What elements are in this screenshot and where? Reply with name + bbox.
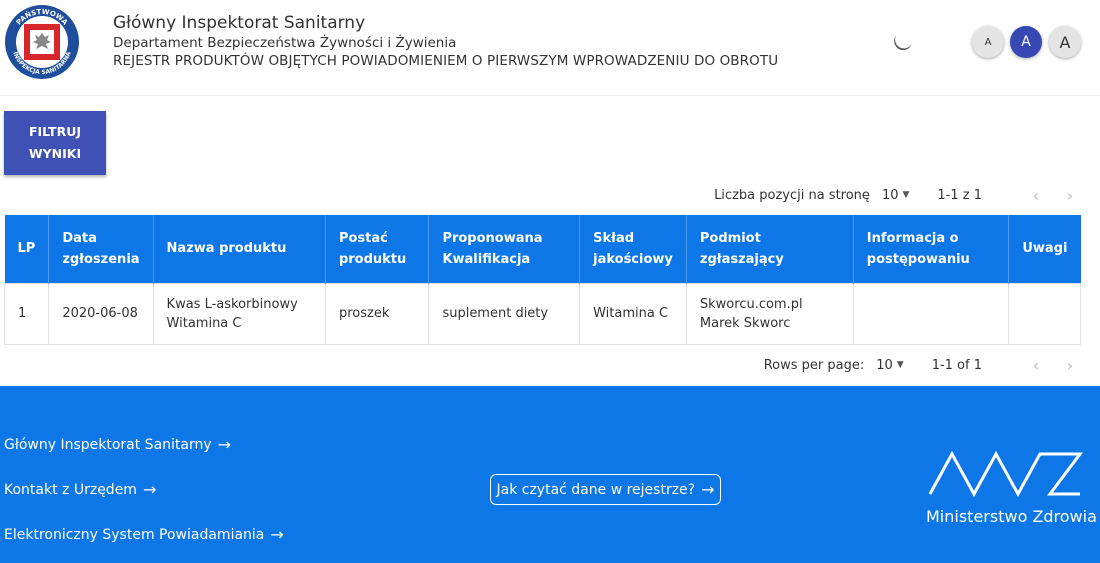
filter-button-line2: WYNIKI <box>28 146 82 161</box>
column-header-lp[interactable]: LP <box>4 215 50 283</box>
how-to-read-button[interactable]: Jak czytać dane w rejestrze? → <box>490 474 721 505</box>
cell-lp: 1 <box>3 282 50 345</box>
cell-proceedings-info <box>852 282 1010 345</box>
rows-per-page-label: Liczba pozycji na stronę <box>714 187 870 203</box>
cell-product-form: proszek <box>324 282 430 345</box>
footer-link-label: Główny Inspektorat Sanitarny <box>4 436 212 453</box>
page-footer: Główny Inspektorat Sanitarny → Kontakt z… <box>0 386 1100 563</box>
products-table: LP Data zgłoszenia Nazwa produktu Postać… <box>3 215 1081 345</box>
rows-per-page-value: 10 <box>876 357 893 373</box>
ministry-name: Ministerstwo Zdrowia <box>926 507 1097 526</box>
cell-remarks <box>1008 282 1081 345</box>
next-page-icon[interactable]: › <box>1060 356 1080 375</box>
column-header-remarks[interactable]: Uwagi <box>1008 215 1081 283</box>
font-size-small-button[interactable]: A <box>972 26 1004 58</box>
font-size-large-button[interactable]: A <box>1049 26 1081 58</box>
cell-composition: Witamina C <box>579 282 687 345</box>
footer-link-gis[interactable]: Główny Inspektorat Sanitarny → <box>4 435 231 454</box>
site-title: Główny Inspektorat Sanitarny <box>113 13 366 33</box>
table-row[interactable]: 1 2020-06-08 Kwas L-askorbinowy Witamina… <box>3 282 1081 345</box>
cell-notifier: Skworcu.com.pl Marek Skworc <box>685 282 854 345</box>
column-header-product-form[interactable]: Postać produktu <box>325 215 430 283</box>
column-header-composition[interactable]: Skład jakościowy <box>579 215 687 283</box>
filter-button-line1: FILTRUJ <box>28 124 82 139</box>
column-header-proceedings-info[interactable]: Informacja o postępowaniu <box>853 215 1010 283</box>
arrow-right-icon: → <box>701 480 715 499</box>
next-page-icon[interactable]: › <box>1060 186 1080 205</box>
table-header-row: LP Data zgłoszenia Nazwa produktu Postać… <box>4 215 1081 283</box>
dropdown-caret-icon: ▼ <box>896 360 904 370</box>
column-header-qualification[interactable]: Proponowana Kwalifikacja <box>428 215 581 283</box>
column-header-notifier[interactable]: Podmiot zgłaszający <box>686 215 854 283</box>
column-header-product-name[interactable]: Nazwa produktu <box>153 215 326 283</box>
page-range: 1-1 z 1 <box>937 187 982 203</box>
previous-page-icon[interactable]: ‹ <box>1026 186 1046 205</box>
footer-link-label: Kontakt z Urzędem <box>4 481 137 498</box>
rows-per-page-label: Rows per page: <box>763 357 865 373</box>
how-to-read-label: Jak czytać dane w rejestrze? <box>496 481 696 498</box>
footer-link-label: Elektroniczny System Powiadamiania <box>4 526 265 543</box>
cell-qualification: suplement diety <box>428 282 581 345</box>
footer-link-contact[interactable]: Kontakt z Urzędem → <box>4 480 156 499</box>
rows-per-page-select[interactable]: 10 ▼ <box>882 188 909 203</box>
dropdown-caret-icon: ▼ <box>902 190 910 200</box>
department-name: Departament Bezpieczeństwa Żywności i Ży… <box>113 35 457 51</box>
page-range: 1-1 of 1 <box>931 357 982 373</box>
rows-per-page-select[interactable]: 10 ▼ <box>876 358 903 373</box>
column-header-date[interactable]: Data zgłoszenia <box>48 215 154 283</box>
rows-per-page-value: 10 <box>881 187 899 203</box>
footer-link-notification-system[interactable]: Elektroniczny System Powiadamiania → <box>4 525 284 544</box>
register-title: REJESTR PRODUKTÓW OBJĘTYCH POWIADOMIENIE… <box>113 53 779 69</box>
arrow-right-icon: → <box>270 525 284 544</box>
gis-logo: PAŃSTWOWA INSPEKCJA SANITARNA <box>5 5 79 79</box>
arrow-right-icon: → <box>142 480 157 499</box>
page-header: PAŃSTWOWA INSPEKCJA SANITARNA Główny Ins… <box>0 0 1100 96</box>
previous-page-icon[interactable]: ‹ <box>1026 356 1046 375</box>
cell-date: 2020-06-08 <box>48 282 154 345</box>
cell-product-name: Kwas L-askorbinowy Witamina C <box>152 282 326 345</box>
filter-results-button[interactable]: FILTRUJ WYNIKI <box>4 111 106 175</box>
pagination-bottom: Rows per page: 10 ▼ 1-1 of 1 ‹ › <box>764 355 1080 375</box>
pagination-top: Liczba pozycji na stronę 10 ▼ 1-1 z 1 ‹ … <box>714 185 1080 205</box>
dark-mode-moon-icon[interactable] <box>890 31 914 55</box>
arrow-right-icon: → <box>217 435 232 454</box>
font-size-medium-button[interactable]: A <box>1010 26 1042 58</box>
